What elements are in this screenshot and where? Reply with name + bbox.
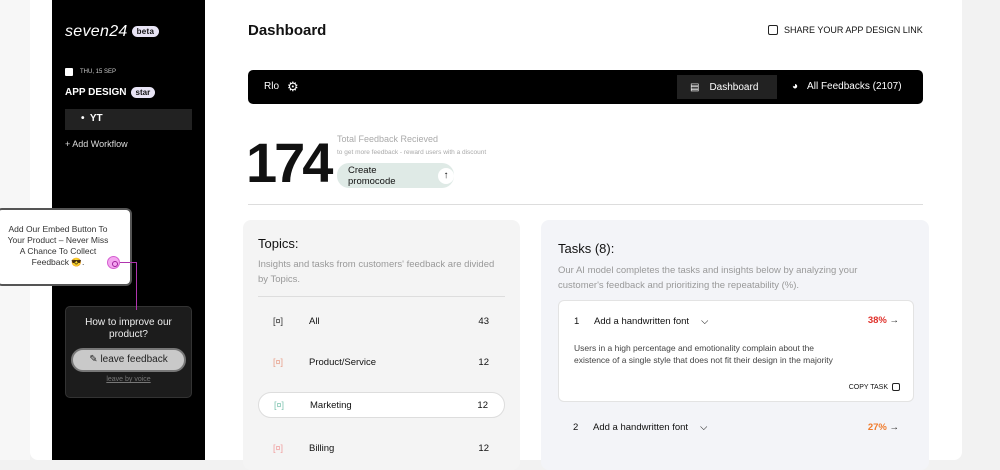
connector-line	[136, 262, 137, 310]
task-title: Add a handwritten font	[593, 422, 689, 433]
create-promocode-button[interactable]: Create promocode ↑	[337, 163, 454, 188]
feedback-widget: How to improve our product? ✎ leave feed…	[65, 306, 192, 398]
star-badge: star	[130, 87, 156, 98]
date-text: THU, 15 SEP	[80, 69, 117, 75]
tab-label: Dashboard	[709, 81, 759, 93]
focus-icon: [¤]	[273, 357, 284, 367]
embed-tooltip: Add Our Embed Button To Your Product – N…	[0, 208, 132, 286]
project-title: APP DESIGN star	[65, 87, 156, 99]
arrow-right-icon: →	[889, 422, 900, 433]
copy-task-label: COPY TASK	[848, 383, 888, 391]
task-percent: 27%	[867, 422, 887, 433]
project-name: APP DESIGN	[65, 87, 127, 99]
workspace-name: Rlo	[264, 81, 280, 92]
tab-all-feedbacks[interactable]: ◕ All Feedbacks (2107)	[792, 81, 902, 92]
topic-name: All	[309, 315, 320, 327]
topics-panel: Topics: Insights and tasks from customer…	[243, 220, 520, 470]
chevron-down-icon[interactable]: ⌵	[701, 316, 708, 327]
topic-item-product-service[interactable]: [¤] Product/Service 12	[258, 349, 505, 375]
focus-icon: [¤]	[273, 443, 284, 453]
leave-by-voice-link[interactable]: leave by voice	[66, 376, 191, 383]
copy-icon	[892, 383, 900, 391]
gear-icon[interactable]: ⚙	[287, 80, 299, 93]
focus-icon: [¤]	[274, 400, 285, 410]
logo: seven24 beta	[65, 23, 160, 41]
share-link-button[interactable]: SHARE YOUR APP DESIGN LINK	[768, 25, 923, 35]
leave-feedback-label: leave feedback	[100, 354, 168, 365]
tasks-description: Our AI model completes the tasks and ins…	[558, 265, 858, 291]
workspace-selector[interactable]: Rlo ⚙	[264, 80, 299, 93]
chart-icon: ▤	[690, 81, 700, 93]
topic-name: Billing	[309, 442, 335, 454]
arrow-right-icon: →	[889, 315, 900, 326]
add-workflow-button[interactable]: + Add Workflow	[65, 139, 128, 149]
promo-hint: to get more feedback - reward users with…	[337, 149, 487, 156]
topic-count: 43	[478, 315, 489, 327]
task-title: Add a handwritten font	[594, 316, 690, 327]
task-percent-row[interactable]: 27% →	[868, 422, 899, 433]
beta-badge: beta	[131, 26, 160, 38]
chevron-down-icon[interactable]: ⌵	[700, 422, 707, 433]
task-header[interactable]: 1 Add a handwritten font ⌵	[574, 316, 708, 327]
divider	[258, 296, 505, 297]
topic-item-marketing[interactable]: [¤] Marketing 12	[258, 392, 505, 418]
task-header[interactable]: 2 Add a handwritten font ⌵	[573, 422, 707, 433]
topics-title: Topics:	[258, 236, 299, 251]
focus-icon: [¤]	[273, 316, 284, 326]
task-percent: 38%	[867, 315, 887, 326]
share-label: SHARE YOUR APP DESIGN LINK	[784, 25, 923, 35]
calendar-icon	[65, 68, 73, 76]
connector-line	[120, 262, 136, 263]
logo-text: seven24	[65, 23, 128, 40]
divider	[248, 204, 923, 205]
navbar: Rlo ⚙ ▤ Dashboard ◕ All Feedbacks (2107)	[248, 70, 923, 104]
promo-label: Create promocode	[348, 164, 396, 187]
topics-description: Insights and tasks from customers' feedb…	[258, 259, 495, 285]
copy-task-button[interactable]: COPY TASK	[849, 383, 900, 391]
hotspot-icon[interactable]	[107, 256, 120, 269]
tab-label: All Feedbacks (2107)	[807, 81, 902, 92]
page-title: Dashboard	[248, 22, 327, 39]
task-number: 2	[573, 422, 579, 433]
topic-item-all[interactable]: [¤] All 43	[258, 308, 505, 334]
workflow-label: YT	[89, 113, 103, 124]
topic-count: 12	[477, 399, 488, 411]
total-feedback-label: Total Feedback Recieved	[337, 134, 439, 144]
total-feedback-count: 174	[246, 131, 333, 194]
copy-icon	[768, 25, 778, 35]
pie-chart-icon: ◕	[792, 81, 799, 92]
topic-count: 12	[478, 442, 489, 454]
topic-item-billing[interactable]: [¤] Billing 12	[258, 435, 505, 461]
topic-name: Marketing	[310, 399, 352, 411]
tasks-panel: Tasks (8): Our AI model completes the ta…	[541, 220, 929, 470]
topic-count: 12	[478, 356, 489, 368]
task-card[interactable]: 1 Add a handwritten font ⌵ 38% → Users in …	[558, 300, 914, 402]
topic-name: Product/Service	[309, 356, 377, 368]
task-number: 1	[574, 316, 580, 327]
widget-question: How to improve our product?	[85, 317, 172, 340]
pencil-icon: ✎	[89, 354, 101, 365]
date: THU, 15 SEP	[65, 68, 116, 76]
arrow-up-icon: ↑	[438, 167, 454, 184]
task-detail: Users in a high percentage and emotional…	[574, 343, 833, 365]
tab-dashboard[interactable]: ▤ Dashboard	[677, 75, 777, 99]
tasks-title: Tasks (8):	[558, 241, 615, 256]
workflow-item-yt[interactable]: • YT	[65, 109, 192, 130]
leave-feedback-button[interactable]: ✎ leave feedback	[71, 348, 186, 372]
task-percent-row[interactable]: 38% →	[868, 315, 899, 326]
